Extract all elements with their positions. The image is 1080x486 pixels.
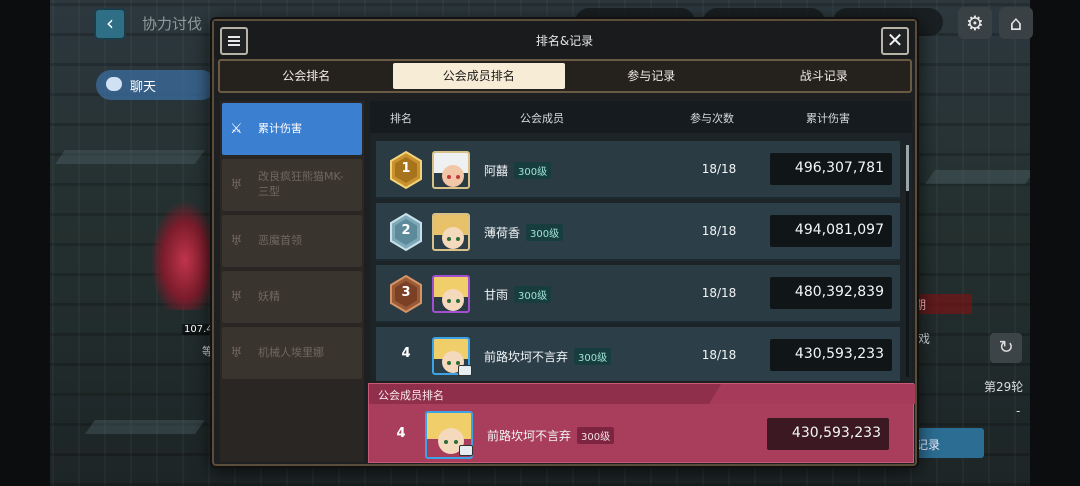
category-label: 妖精 xyxy=(258,290,280,303)
demon-head-icon: ♅ xyxy=(230,177,243,193)
tab-battle-records[interactable]: 战斗记录 xyxy=(738,61,911,91)
settings-gear-icon[interactable]: ⚙ xyxy=(958,7,992,39)
demon-head-icon: ♅ xyxy=(230,345,243,361)
left-letterbox xyxy=(0,0,50,486)
category-fairy[interactable]: ♅ 妖精 xyxy=(222,271,362,323)
round-label: 第29轮 xyxy=(984,380,1024,394)
rank-number: 2 xyxy=(401,223,411,238)
member-name: 阿囍 xyxy=(484,164,509,178)
close-icon[interactable]: ✕ xyxy=(881,27,909,55)
back-button[interactable]: ‹ xyxy=(94,8,126,40)
category-label: 改良疯狂熊猫MK-三型 xyxy=(258,170,344,198)
avatar xyxy=(432,213,470,251)
boss-creature xyxy=(150,200,220,310)
silver-medal-icon: 2 xyxy=(386,212,426,252)
ranking-rows[interactable]: 1 阿囍 300级 18/18 496,307,781 2 薄荷香 300级 1… xyxy=(370,137,906,381)
participation-count: 18/18 xyxy=(701,348,737,362)
participation-count: 18/18 xyxy=(701,286,737,300)
bg-plank xyxy=(925,170,1035,184)
tab-participation-records[interactable]: 参与记录 xyxy=(565,61,738,91)
my-name-cell: 前路坎坷不言弃 300级 xyxy=(487,427,615,444)
table-row[interactable]: 2 薄荷香 300级 18/18 494,081,097 xyxy=(376,203,900,261)
records-button[interactable]: 记录 xyxy=(912,428,984,458)
header-rank: 排名 xyxy=(390,112,412,125)
sword-icon: ⚔ xyxy=(230,121,243,137)
my-damage-value: 430,593,233 xyxy=(767,418,889,450)
bg-plank xyxy=(85,420,205,434)
avatar xyxy=(432,151,470,189)
table-row[interactable]: 4 前路坎坷不言弃 300级 18/18 430,593,233 xyxy=(376,327,900,381)
category-label: 累计伤害 xyxy=(258,122,302,135)
participation-count: 18/18 xyxy=(701,162,737,176)
my-rank-header: 公会成员排名 xyxy=(369,384,915,404)
my-rank-panel: 公会成员排名 4 前路坎坷不言弃 300级 430,593,233 xyxy=(368,383,915,463)
damage-value: 480,392,839 xyxy=(770,277,892,309)
refresh-icon[interactable]: ↻ xyxy=(990,333,1022,363)
header-count: 参与次数 xyxy=(690,112,734,125)
gold-medal-icon: 1 xyxy=(386,150,426,190)
right-letterbox xyxy=(1030,0,1080,486)
level-badge: 300级 xyxy=(514,162,552,179)
round-dash: - xyxy=(1016,404,1021,418)
chat-bubble-icon xyxy=(106,77,122,91)
damage-value: 430,593,233 xyxy=(770,339,892,371)
scrollbar-thumb[interactable] xyxy=(906,145,909,191)
member-name: 薄荷香 xyxy=(484,226,521,240)
rank-number: 3 xyxy=(401,285,411,300)
rank-number: 4 xyxy=(401,346,411,361)
category-demon-boss[interactable]: ♅ 恶魔首领 xyxy=(222,215,362,267)
bg-plank xyxy=(55,150,205,164)
member-name-cell: 甘雨 300级 xyxy=(484,286,552,303)
member-name: 前路坎坷不言弃 xyxy=(484,350,569,364)
chat-label: 聊天 xyxy=(130,80,157,95)
modal-header: 排名&记录 ✕ xyxy=(214,21,915,59)
my-name: 前路坎坷不言弃 xyxy=(487,429,572,443)
frame-tag-icon xyxy=(459,445,473,456)
bronze-medal-icon: 3 xyxy=(386,274,426,314)
category-label: 机械人埃里娜 xyxy=(258,346,324,359)
tab-guild-ranking[interactable]: 公会排名 xyxy=(220,61,393,91)
member-name: 甘雨 xyxy=(484,288,509,302)
home-icon[interactable]: ⌂ xyxy=(999,7,1033,39)
member-name-cell: 薄荷香 300级 xyxy=(484,224,564,241)
demon-head-icon: ♅ xyxy=(230,289,243,305)
ranking-modal: 排名&记录 ✕ 公会排名 公会成员排名 参与记录 战斗记录 ⚔ 累计伤害 ♅ 改… xyxy=(212,19,917,466)
category-panda-mk3[interactable]: ♅ 改良疯狂熊猫MK-三型 xyxy=(222,159,362,211)
ranking-table: 排名 公会成员 参与次数 累计伤害 1 阿囍 300级 18/18 496,307… xyxy=(370,101,912,381)
tab-member-ranking[interactable]: 公会成员排名 xyxy=(392,63,565,89)
rank-number: 1 xyxy=(401,161,411,176)
modal-title: 排名&记录 xyxy=(535,34,594,48)
table-header: 排名 公会成员 参与次数 累计伤害 xyxy=(370,101,912,133)
side-text: 戏 xyxy=(918,332,931,346)
avatar xyxy=(432,275,470,313)
category-robot-erina[interactable]: ♅ 机械人埃里娜 xyxy=(222,327,362,379)
table-row[interactable]: 3 甘雨 300级 18/18 480,392,839 xyxy=(376,265,900,323)
screen-title: 协力讨伐 xyxy=(142,15,203,33)
chat-button[interactable]: 聊天 xyxy=(96,70,216,100)
scrollbar[interactable] xyxy=(906,145,909,377)
level-badge: 300级 xyxy=(574,348,612,365)
header-member: 公会成员 xyxy=(520,112,564,125)
header-damage: 累计伤害 xyxy=(806,112,850,125)
frame-tag-icon xyxy=(458,365,472,376)
level-badge: 300级 xyxy=(526,224,564,241)
damage-value: 494,081,097 xyxy=(770,215,892,247)
my-rank-title: 公会成员排名 xyxy=(378,389,444,402)
demon-head-icon: ♅ xyxy=(230,233,243,249)
level-badge: 300级 xyxy=(514,286,552,303)
category-label: 恶魔首领 xyxy=(258,234,302,247)
damage-float-text: 107.4 xyxy=(182,324,215,335)
damage-value: 496,307,781 xyxy=(770,153,892,185)
my-level-badge: 300级 xyxy=(577,427,615,444)
member-name-cell: 前路坎坷不言弃 300级 xyxy=(484,348,612,365)
period-label: 期 xyxy=(912,294,972,314)
member-name-cell: 阿囍 300级 xyxy=(484,162,552,179)
my-rank-number: 4 xyxy=(396,426,406,441)
category-list: ⚔ 累计伤害 ♅ 改良疯狂熊猫MK-三型 ♅ 恶魔首领 ♅ 妖精 ♅ 机械人埃里… xyxy=(220,101,364,462)
tab-bar: 公会排名 公会成员排名 参与记录 战斗记录 xyxy=(218,59,912,93)
category-total-damage[interactable]: ⚔ 累计伤害 xyxy=(222,103,362,155)
participation-count: 18/18 xyxy=(701,224,737,238)
table-row[interactable]: 1 阿囍 300级 18/18 496,307,781 xyxy=(376,141,900,199)
